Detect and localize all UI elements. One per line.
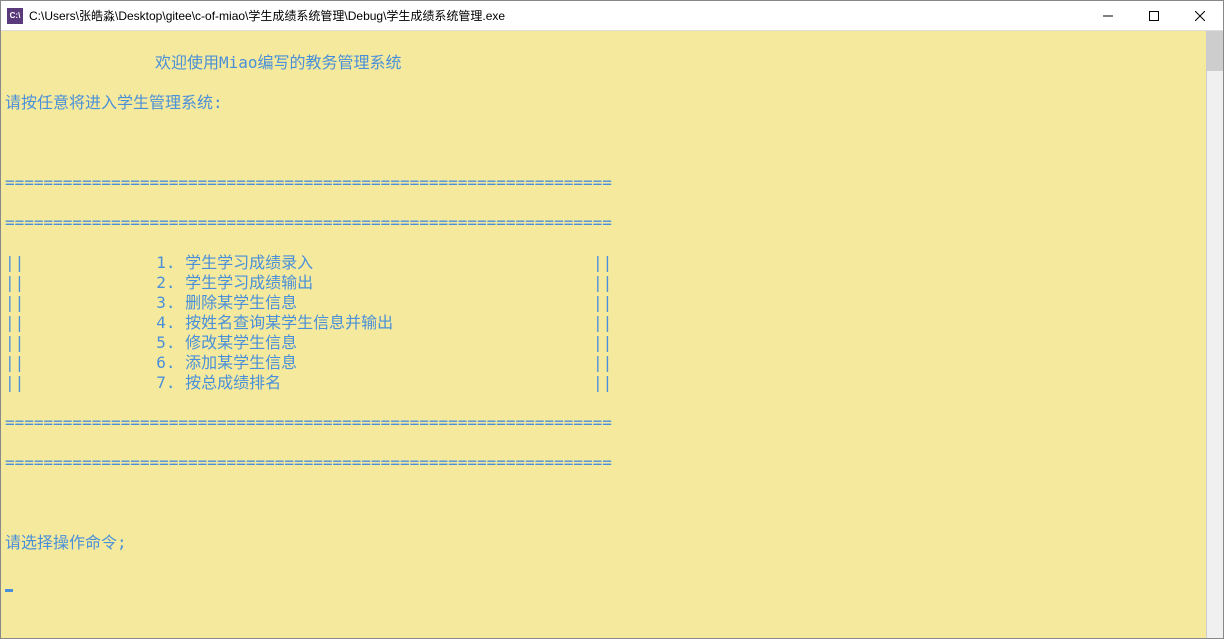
app-window: C:\ C:\Users\张皓淼\Desktop\gitee\c-of-miao… — [0, 0, 1224, 639]
menu-right-bar: || — [593, 353, 612, 373]
menu-item-6: ||6. 添加某学生信息|| — [5, 353, 1202, 373]
vertical-scrollbar[interactable] — [1206, 31, 1223, 638]
separator-top-1: ========================================… — [5, 173, 1202, 193]
menu-right-bar: || — [593, 313, 612, 333]
menu-item-label: 3. 删除某学生信息 — [24, 293, 297, 312]
cursor-line — [5, 573, 1202, 593]
prompt-select: 请选择操作命令; — [5, 533, 1202, 553]
menu-item-label: 6. 添加某学生信息 — [24, 353, 297, 372]
menu-left-bar: || — [5, 293, 24, 312]
menu-item-label: 4. 按姓名查询某学生信息并输出 — [24, 313, 393, 332]
blank-line — [5, 493, 1202, 513]
maximize-button[interactable] — [1131, 1, 1177, 30]
menu-item-5: ||5. 修改某学生信息|| — [5, 333, 1202, 353]
menu-left-bar: || — [5, 273, 24, 292]
menu-item-label: 1. 学生学习成绩录入 — [24, 253, 313, 272]
menu-item-4: ||4. 按姓名查询某学生信息并输出|| — [5, 313, 1202, 333]
window-controls — [1085, 1, 1223, 30]
prompt-enter: 请按任意将进入学生管理系统: — [5, 93, 1202, 113]
menu-right-bar: || — [593, 373, 612, 393]
menu-right-bar: || — [593, 333, 612, 353]
menu-left-bar: || — [5, 333, 24, 352]
menu-list: ||1. 学生学习成绩录入||||2. 学生学习成绩输出||||3. 删除某学生… — [5, 253, 1202, 393]
menu-item-label: 5. 修改某学生信息 — [24, 333, 297, 352]
console-output[interactable]: 欢迎使用Miao编写的教务管理系统 请按任意将进入学生管理系统: =======… — [1, 31, 1206, 638]
menu-item-3: ||3. 删除某学生信息|| — [5, 293, 1202, 313]
menu-left-bar: || — [5, 253, 24, 272]
separator-bottom-1: ========================================… — [5, 413, 1202, 433]
menu-right-bar: || — [593, 293, 612, 313]
menu-right-bar: || — [593, 253, 612, 273]
menu-item-label: 2. 学生学习成绩输出 — [24, 273, 313, 292]
blank-line — [5, 133, 1202, 153]
minimize-button[interactable] — [1085, 1, 1131, 30]
menu-item-7: ||7. 按总成绩排名|| — [5, 373, 1202, 393]
menu-left-bar: || — [5, 353, 24, 372]
menu-item-label: 7. 按总成绩排名 — [24, 373, 281, 392]
text-cursor — [5, 589, 13, 592]
scrollbar-thumb[interactable] — [1207, 31, 1223, 71]
menu-left-bar: || — [5, 373, 24, 392]
close-button[interactable] — [1177, 1, 1223, 30]
content-area: 欢迎使用Miao编写的教务管理系统 请按任意将进入学生管理系统: =======… — [1, 31, 1223, 638]
app-icon: C:\ — [7, 8, 23, 24]
separator-bottom-2: ========================================… — [5, 453, 1202, 473]
menu-right-bar: || — [593, 273, 612, 293]
menu-item-2: ||2. 学生学习成绩输出|| — [5, 273, 1202, 293]
window-title: C:\Users\张皓淼\Desktop\gitee\c-of-miao\学生成… — [29, 7, 1085, 24]
menu-left-bar: || — [5, 313, 24, 332]
titlebar[interactable]: C:\ C:\Users\张皓淼\Desktop\gitee\c-of-miao… — [1, 1, 1223, 31]
menu-item-1: ||1. 学生学习成绩录入|| — [5, 253, 1202, 273]
separator-top-2: ========================================… — [5, 213, 1202, 233]
welcome-text: 欢迎使用Miao编写的教务管理系统 — [5, 53, 1202, 73]
